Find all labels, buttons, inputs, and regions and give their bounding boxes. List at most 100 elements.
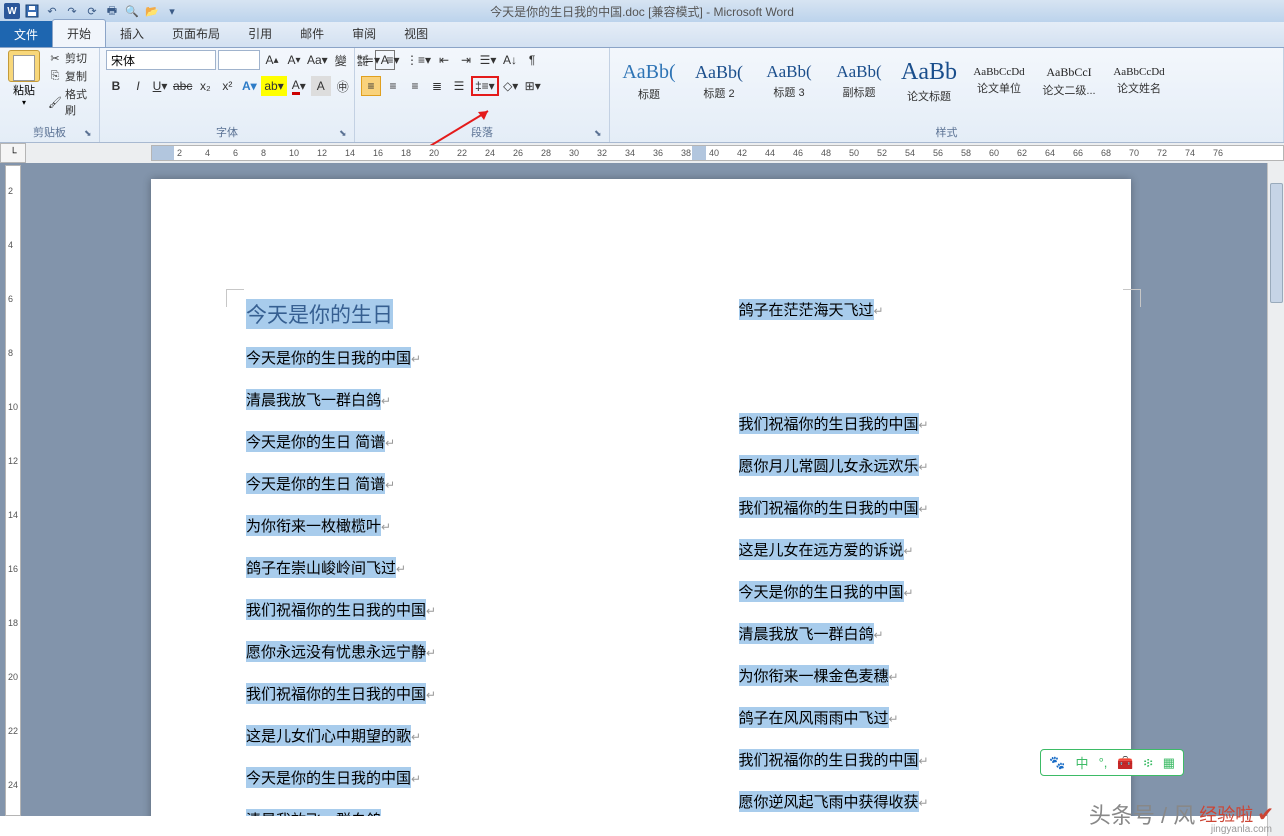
font-launcher-icon[interactable]: ⬊ <box>339 128 351 140</box>
font-size-select[interactable] <box>218 50 260 70</box>
watermark: 头条号 / 风 经验啦 ✔ jingyanla.com <box>1089 798 1274 830</box>
vertical-ruler[interactable]: 24681012141618202224 <box>5 165 21 816</box>
tab-page-layout[interactable]: 页面布局 <box>158 20 234 47</box>
open-icon[interactable]: 📂 <box>144 3 160 19</box>
ime-grid-icon[interactable]: ▦ <box>1163 755 1175 771</box>
cut-label: 剪切 <box>65 50 87 66</box>
multilevel-list-icon[interactable]: ⋮≡▾ <box>405 50 432 70</box>
cut-button[interactable]: ✂剪切 <box>48 50 93 66</box>
ime-toolbar[interactable]: 🐾 中 °, 🧰 ፨ ▦ <box>1040 749 1184 776</box>
style-item[interactable]: AaBb(标题 2 <box>686 52 752 110</box>
align-left-icon[interactable]: ≡ <box>361 76 381 96</box>
word-app-icon[interactable]: W <box>4 3 20 19</box>
qat-dropdown-icon[interactable]: ▾ <box>164 3 180 19</box>
vruler-tick: 18 <box>8 618 18 628</box>
undo-icon[interactable]: ↶ <box>44 3 60 19</box>
font-color-icon[interactable]: A▾ <box>289 76 309 96</box>
ruler-tick: 2 <box>177 148 182 158</box>
character-shading-icon[interactable]: A <box>311 76 331 96</box>
ime-lang-indicator[interactable]: 中 <box>1076 753 1089 772</box>
save-icon[interactable] <box>24 3 40 19</box>
scrollbar-thumb[interactable] <box>1270 183 1283 303</box>
asian-distribute-icon[interactable]: ☰▾ <box>478 50 498 70</box>
paragraph-mark: ↵ <box>381 394 391 408</box>
line-spacing-icon[interactable]: ‡≡▾ <box>471 76 499 96</box>
clipboard-launcher-icon[interactable]: ⬊ <box>84 128 96 140</box>
tab-mailings[interactable]: 邮件 <box>286 20 338 47</box>
change-case-icon[interactable]: Aa▾ <box>306 50 329 70</box>
paragraph-mark: ↵ <box>385 478 395 492</box>
text-effects-icon[interactable]: A▾ <box>239 76 259 96</box>
print-icon[interactable]: 🖶 <box>104 3 120 19</box>
highlight-color-icon[interactable]: ab▾ <box>261 76 286 96</box>
ime-paw-icon[interactable]: 🐾 <box>1049 755 1065 771</box>
file-tab[interactable]: 文件 <box>0 21 52 47</box>
refresh-icon[interactable]: ⟳ <box>84 3 100 19</box>
redo-icon[interactable]: ↷ <box>64 3 80 19</box>
horizontal-ruler[interactable]: 2468101214161820222426283032343638404244… <box>151 145 1284 161</box>
decrease-indent-icon[interactable]: ⇤ <box>434 50 454 70</box>
style-item[interactable]: AaBbCcDd论文姓名 <box>1106 52 1172 110</box>
style-item[interactable]: AaBbCcDd论文单位 <box>966 52 1032 110</box>
paragraph-mark: ↵ <box>919 460 929 474</box>
copy-button[interactable]: ⎘复制 <box>48 68 93 84</box>
ruler-tick: 20 <box>429 148 439 158</box>
italic-button[interactable]: I <box>128 76 148 96</box>
style-label: 标题 <box>638 86 660 102</box>
ime-toolbox-icon[interactable]: 🧰 <box>1117 755 1133 771</box>
sort-icon[interactable]: A↓ <box>500 50 520 70</box>
print-preview-icon[interactable]: 🔍 <box>124 3 140 19</box>
numbering-icon[interactable]: ≡▾ <box>383 50 403 70</box>
enclose-characters-icon[interactable]: ㊥ <box>333 76 353 96</box>
bold-button[interactable]: B <box>106 76 126 96</box>
ime-punct-icon[interactable]: °, <box>1099 755 1108 770</box>
ruler-tick: 14 <box>345 148 355 158</box>
shrink-font-icon[interactable]: A▾ <box>284 50 304 70</box>
paste-button[interactable]: 粘贴 ▾ <box>6 50 42 107</box>
superscript-button[interactable]: x² <box>217 76 237 96</box>
paragraph-launcher-icon[interactable]: ⬊ <box>594 128 606 140</box>
phonetic-guide-icon[interactable]: 變 <box>331 50 351 70</box>
style-item[interactable]: AaBb论文标题 <box>896 52 962 110</box>
format-painter-button[interactable]: 🖌格式刷 <box>48 86 93 118</box>
borders-icon[interactable]: ⊞▾ <box>523 76 543 96</box>
tab-references[interactable]: 引用 <box>234 20 286 47</box>
style-item[interactable]: AaBb(副标题 <box>826 52 892 110</box>
tab-view[interactable]: 视图 <box>390 20 442 47</box>
ruler-tick: 58 <box>961 148 971 158</box>
style-item[interactable]: AaBb(标题 3 <box>756 52 822 110</box>
style-item[interactable]: AaBb(标题 <box>616 52 682 110</box>
tab-selector[interactable]: └ <box>0 143 26 163</box>
bullets-icon[interactable]: ≔▾ <box>361 50 381 70</box>
tab-home[interactable]: 开始 <box>52 19 106 47</box>
clipboard-group-label: 剪贴板 <box>6 122 93 142</box>
paragraph-mark: ↵ <box>919 754 929 768</box>
margin-corner-tr <box>1123 289 1141 307</box>
font-group-label: 字体 <box>106 122 348 142</box>
ime-person-icon[interactable]: ፨ <box>1144 755 1153 771</box>
align-right-icon[interactable]: ≡ <box>405 76 425 96</box>
increase-indent-icon[interactable]: ⇥ <box>456 50 476 70</box>
distributed-icon[interactable]: ☰ <box>449 76 469 96</box>
grow-font-icon[interactable]: A▴ <box>262 50 282 70</box>
document-area[interactable]: 今天是你的生日 今天是你的生日我的中国↵清晨我放飞一群白鸽↵今天是你的生日 简谱… <box>26 163 1284 816</box>
tab-insert[interactable]: 插入 <box>106 20 158 47</box>
strikethrough-button[interactable]: abc <box>172 76 193 96</box>
subscript-button[interactable]: x₂ <box>195 76 215 96</box>
tab-review[interactable]: 审阅 <box>338 20 390 47</box>
style-item[interactable]: AaBbCcI论文二级... <box>1036 52 1102 110</box>
font-family-select[interactable] <box>106 50 216 70</box>
style-gallery[interactable]: AaBb(标题AaBb(标题 2AaBb(标题 3AaBb(副标题AaBb论文标… <box>616 50 1172 118</box>
vertical-scrollbar[interactable] <box>1267 163 1284 836</box>
ruler-tick: 52 <box>877 148 887 158</box>
justify-icon[interactable]: ≣ <box>427 76 447 96</box>
paragraph-mark: ↵ <box>874 628 884 642</box>
text-line-selected: 清晨我放飞一群白鸽 <box>739 623 874 644</box>
show-marks-icon[interactable]: ¶ <box>522 50 542 70</box>
paragraph-mark: ↵ <box>426 646 436 660</box>
ruler-tick: 16 <box>373 148 383 158</box>
shading-icon[interactable]: ◇▾ <box>501 76 521 96</box>
align-center-icon[interactable]: ≡ <box>383 76 403 96</box>
page: 今天是你的生日 今天是你的生日我的中国↵清晨我放飞一群白鸽↵今天是你的生日 简谱… <box>151 179 1131 816</box>
underline-button[interactable]: U▾ <box>150 76 170 96</box>
